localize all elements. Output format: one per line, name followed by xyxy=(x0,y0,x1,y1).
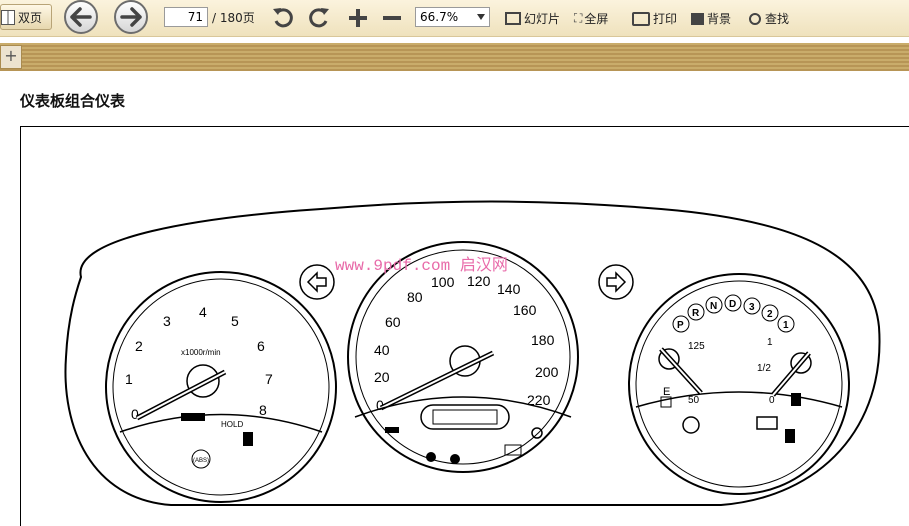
speedo-tick-80: 80 xyxy=(407,289,423,305)
plus-icon xyxy=(349,9,367,27)
gear-n: N xyxy=(710,301,717,312)
arrow-right-icon xyxy=(120,7,142,27)
odometer-display xyxy=(420,404,510,430)
background-button[interactable]: 背景 xyxy=(691,10,731,27)
tacho-tick-2: 2 xyxy=(135,338,143,354)
zoom-select[interactable]: 66.7% xyxy=(415,7,490,27)
rotate-ccw-icon xyxy=(273,8,293,28)
fuel-low-icon xyxy=(785,429,795,443)
zoom-in-button[interactable] xyxy=(345,5,371,31)
rotate-left-button[interactable] xyxy=(270,5,296,31)
tacho-tick-6: 6 xyxy=(257,338,265,354)
gear-1: 1 xyxy=(783,320,789,331)
tacho-tick-3: 3 xyxy=(163,313,171,329)
background-icon xyxy=(691,12,704,25)
speedo-tick-120: 120 xyxy=(467,273,491,289)
page-title: 仪表板组合仪表 xyxy=(20,92,126,110)
gear-r: R xyxy=(692,308,700,319)
watermark-text: www.9pdf.com 启汉网 xyxy=(335,256,508,275)
fullscreen-button[interactable]: ⛶ 全屏 xyxy=(574,10,608,27)
back-button[interactable] xyxy=(64,0,98,34)
dual-page-label: 双页 xyxy=(18,10,43,25)
temp-mid: 50 xyxy=(688,395,700,406)
tacho-tick-1: 1 xyxy=(125,371,133,387)
door-ajar-icon xyxy=(181,413,205,421)
tacho-tick-4: 4 xyxy=(199,304,207,320)
page-number-input[interactable]: 71 xyxy=(164,7,208,27)
viewer-toolbar: 双页 71 / 180页 66.7% 幻灯片 ⛶ 全屏 打印 背景 查找 xyxy=(0,0,909,37)
find-button[interactable]: 查找 xyxy=(749,10,789,27)
tab-bar: + xyxy=(0,43,909,71)
right-turn-indicator xyxy=(598,264,634,300)
speedo-tick-20: 20 xyxy=(374,369,390,385)
instrument-cluster-figure: 0 1 2 3 4 5 6 7 8 x1000r/min HOLD (ABS) … xyxy=(20,126,909,526)
zoom-out-button[interactable] xyxy=(379,5,405,31)
hold-icon xyxy=(243,432,253,446)
tacho-tick-5: 5 xyxy=(231,313,239,329)
add-tab-button[interactable]: + xyxy=(0,45,22,69)
tacho-tick-8: 8 xyxy=(259,402,267,418)
rotate-cw-icon xyxy=(309,8,329,28)
tacho-tick-7: 7 xyxy=(265,371,273,387)
print-button[interactable]: 打印 xyxy=(632,10,677,27)
speedo-tick-100: 100 xyxy=(431,274,455,290)
chevron-down-icon xyxy=(477,14,485,20)
temp-high: 125 xyxy=(688,341,705,352)
fullscreen-label: 全屏 xyxy=(584,12,609,26)
dual-page-icon xyxy=(1,9,15,25)
slideshow-label: 幻灯片 xyxy=(524,12,561,26)
slideshow-button[interactable]: 幻灯片 xyxy=(505,10,560,27)
speedo-tick-140: 140 xyxy=(497,281,521,297)
instrument-cluster-diagram: 0 1 2 3 4 5 6 7 8 x1000r/min HOLD (ABS) … xyxy=(64,200,881,506)
page-total: / 180页 xyxy=(212,11,255,25)
left-turn-indicator xyxy=(299,264,335,300)
speedo-tick-40: 40 xyxy=(374,342,390,358)
gear-d: D xyxy=(729,299,736,310)
temp-fuel-gauge: P R N D 3 2 1 125 50 E 1 1/2 0 xyxy=(628,273,850,495)
speedo-tick-180: 180 xyxy=(531,332,555,348)
fuel-half: 1/2 xyxy=(757,363,771,374)
rotate-right-button[interactable] xyxy=(306,5,332,31)
search-icon xyxy=(749,12,761,25)
speedo-tick-220: 220 xyxy=(527,392,551,408)
background-label: 背景 xyxy=(707,12,732,26)
slideshow-icon xyxy=(505,12,521,25)
printer-icon xyxy=(632,11,650,26)
fullscreen-icon: ⛶ xyxy=(574,11,583,25)
hold-indicator: HOLD xyxy=(221,420,243,429)
temp-low: E xyxy=(663,386,670,398)
speedo-tick-200: 200 xyxy=(535,364,559,380)
minus-icon xyxy=(383,16,401,20)
speedometer: 0 20 40 60 80 100 120 140 160 180 200 22… xyxy=(347,241,579,473)
gear-2: 2 xyxy=(767,309,773,320)
tacho-unit: x1000r/min xyxy=(181,348,221,357)
arrow-left-icon xyxy=(70,7,92,27)
print-label: 打印 xyxy=(653,12,678,26)
fuel-pump-icon xyxy=(791,393,801,406)
oil-pressure-icon xyxy=(385,427,399,433)
gear-3: 3 xyxy=(749,302,755,313)
zoom-value: 66.7% xyxy=(420,10,459,24)
find-label: 查找 xyxy=(765,12,790,26)
airbag-icon xyxy=(426,452,436,462)
fuel-full: 1 xyxy=(767,337,773,348)
speedo-tick-160: 160 xyxy=(513,302,537,318)
gear-p: P xyxy=(677,320,684,331)
fuel-empty: 0 xyxy=(769,395,775,406)
forward-button[interactable] xyxy=(114,0,148,34)
tacho-tick-0: 0 xyxy=(131,406,139,422)
dual-page-button[interactable]: 双页 xyxy=(0,4,52,30)
tachometer: 0 1 2 3 4 5 6 7 8 x1000r/min HOLD (ABS) xyxy=(105,271,337,503)
abs-indicator: (ABS) xyxy=(193,458,209,464)
speedo-tick-60: 60 xyxy=(385,314,401,330)
seatbelt-icon xyxy=(450,454,460,464)
